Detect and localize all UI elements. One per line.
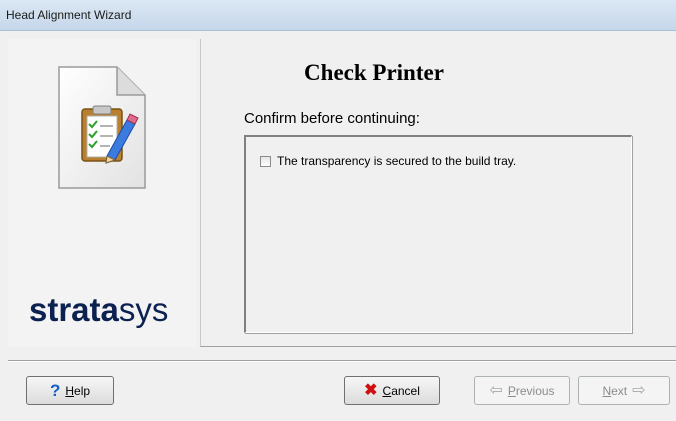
right-arrow-icon: ⇨ bbox=[632, 381, 646, 399]
page-title: Check Printer bbox=[304, 60, 444, 85]
next-button[interactable]: Next ⇨ bbox=[578, 376, 670, 405]
help-button-label: Help bbox=[65, 383, 91, 398]
question-mark-icon: ? bbox=[49, 381, 61, 400]
window-title: Head Alignment Wizard bbox=[6, 8, 132, 22]
x-icon: ✖ bbox=[364, 381, 378, 399]
brand-logo: stratasys bbox=[29, 291, 169, 328]
help-button[interactable]: ? Help bbox=[26, 376, 114, 405]
cancel-button-label: Cancel bbox=[382, 383, 420, 398]
transparency-secured-checkbox[interactable] bbox=[260, 155, 271, 167]
instruction-text: Confirm before continuing: bbox=[244, 110, 420, 127]
cancel-button[interactable]: ✖ Cancel bbox=[344, 376, 440, 405]
left-arrow-icon: ⇦ bbox=[489, 381, 503, 399]
previous-button[interactable]: ⇦ Previous bbox=[474, 376, 570, 405]
next-button-label: Next bbox=[602, 383, 628, 398]
button-separator bbox=[8, 360, 676, 362]
previous-button-label: Previous bbox=[507, 383, 555, 398]
checklist-item[interactable]: The transparency is secured to the build… bbox=[260, 154, 516, 168]
checklist-box: The transparency is secured to the build… bbox=[244, 135, 632, 333]
checklist-item-label: The transparency is secured to the build… bbox=[277, 154, 517, 168]
title-bar: Head Alignment Wizard bbox=[0, 0, 676, 31]
